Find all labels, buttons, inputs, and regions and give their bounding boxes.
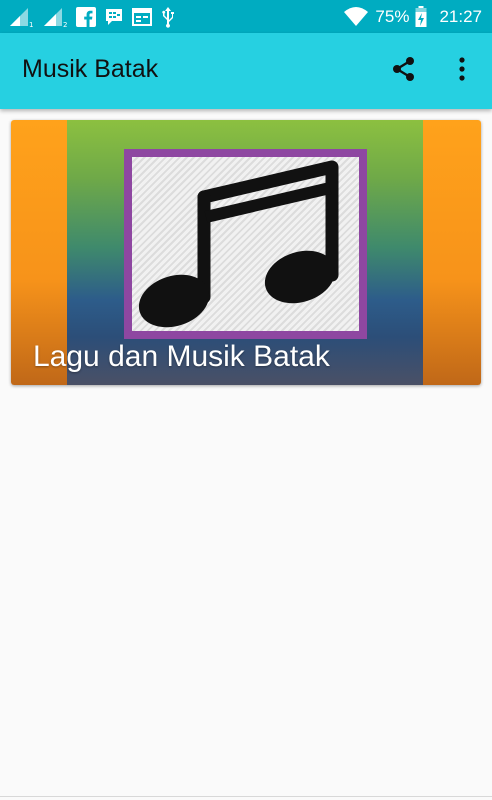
status-bar: 1 2 75% 21:27 [0,0,492,33]
share-icon [390,55,418,88]
svg-text:2: 2 [63,21,67,28]
share-button[interactable] [386,53,422,89]
clock: 21:27 [439,7,482,26]
signal-sim1-icon: 1 [8,6,34,28]
bottom-divider [0,796,492,797]
app-title: Musik Batak [22,55,159,83]
battery-charging-icon [415,6,427,28]
album-card[interactable]: Lagu dan Musik Batak [11,120,481,385]
svg-text:1: 1 [29,21,33,28]
more-vert-icon [458,56,466,87]
usb-icon [160,6,176,28]
messenger-icon [104,6,124,28]
overflow-menu-button[interactable] [444,53,480,89]
music-note-icon [138,160,339,328]
wifi-icon [343,6,369,28]
card-title: Lagu dan Musik Batak [33,340,330,373]
signal-sim2-icon: 2 [42,6,68,28]
status-bar-notifications: 1 2 [8,5,176,29]
card-artwork [124,149,367,339]
facebook-icon [76,6,96,28]
battery-percent: 75% [375,7,410,26]
status-bar-system: 75% 21:27 [343,5,482,29]
calendar-icon [132,6,152,28]
app-bar: Musik Batak [0,33,492,109]
